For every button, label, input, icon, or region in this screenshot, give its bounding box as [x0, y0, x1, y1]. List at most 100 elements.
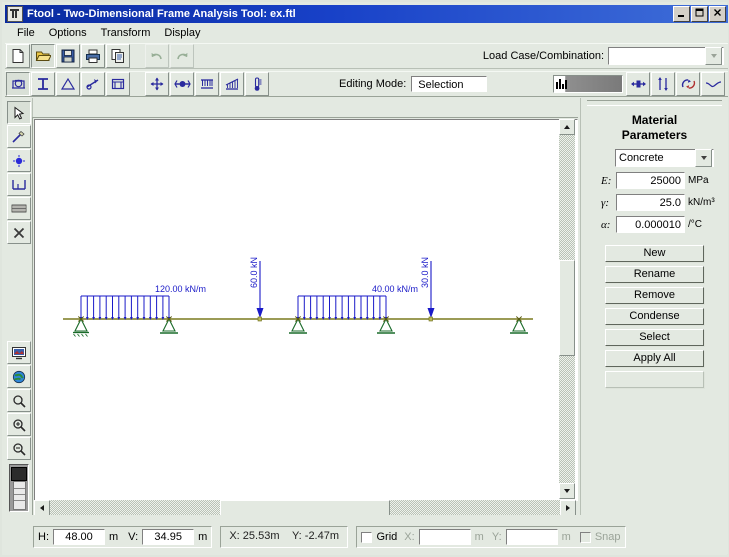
structural-model-drawing: 120.00 kN/m — [35, 120, 577, 500]
save-file-button[interactable] — [56, 44, 80, 68]
panel-title-line1: Material — [581, 113, 728, 128]
chevron-down-icon[interactable] — [705, 47, 722, 65]
fit-view-button[interactable] — [7, 341, 31, 364]
print-button[interactable] — [81, 44, 105, 68]
remove-material-button[interactable]: Remove — [605, 287, 704, 304]
rename-material-button[interactable]: Rename — [605, 266, 704, 283]
undo-button[interactable] — [145, 44, 169, 68]
chevron-left-icon — [40, 505, 44, 511]
snap-checkbox[interactable] — [580, 532, 591, 543]
scale-slider-thumb[interactable] — [11, 467, 27, 481]
draw-member-button[interactable] — [7, 125, 31, 148]
thermal-load-button[interactable] — [245, 72, 269, 96]
grid-x-field[interactable] — [419, 529, 471, 545]
window-title: Ftool - Two-Dimensional Frame Analysis T… — [27, 8, 673, 20]
scroll-down-button[interactable] — [559, 483, 575, 499]
model-canvas[interactable]: 120.00 kN/m — [34, 119, 578, 501]
copy-button[interactable] — [106, 44, 130, 68]
grid-y-unit: m — [562, 531, 571, 543]
moment-diagram-button[interactable] — [676, 72, 700, 96]
specific-weight-unit: kN/m³ — [688, 197, 720, 208]
vertical-scroll-thumb[interactable] — [559, 260, 575, 356]
panel-title-line2: Parameters — [581, 128, 728, 143]
scale-bars-icon — [556, 78, 568, 89]
thermal-expansion-unit: /°C — [688, 219, 720, 230]
horizontal-scroll-thumb[interactable] — [220, 500, 390, 516]
menu-file[interactable]: File — [10, 26, 42, 40]
minimize-button[interactable] — [673, 6, 690, 22]
editing-mode-group: Editing Mode: Selection — [339, 76, 487, 92]
scale-slider[interactable] — [9, 464, 29, 512]
window-controls — [673, 6, 726, 22]
mode-toolbar: Editing Mode: Selection — [5, 71, 728, 97]
axial-diagram-button[interactable] — [626, 72, 650, 96]
material-action-buttons: New Rename Remove Condense Select Apply … — [605, 245, 704, 388]
thermal-expansion-row: α: 0.000010 /°C — [601, 216, 720, 233]
apply-all-button[interactable]: Apply All — [605, 350, 704, 367]
scroll-right-button[interactable] — [560, 500, 576, 516]
menu-options[interactable]: Options — [42, 26, 94, 40]
linear-load-button[interactable] — [220, 72, 244, 96]
chevron-down-icon — [564, 489, 570, 493]
shear-diagram-button[interactable] — [651, 72, 675, 96]
material-select[interactable]: Concrete — [615, 149, 714, 167]
panel-divider — [587, 100, 722, 106]
maximize-button[interactable] — [691, 6, 708, 22]
grid-tool-button[interactable] — [7, 197, 31, 220]
cursor-coordinates-group: X: 25.53m Y: -2.47m — [220, 526, 348, 548]
prescribed-displacement-button[interactable] — [170, 72, 194, 96]
zoom-out-button[interactable] — [7, 437, 31, 460]
thermal-expansion-field[interactable]: 0.000010 — [616, 216, 685, 233]
close-button[interactable] — [709, 6, 726, 22]
canvas-horizontal-scrollbar[interactable] — [34, 500, 576, 516]
chevron-up-icon — [564, 125, 570, 129]
youngs-modulus-label: E: — [601, 175, 613, 187]
youngs-modulus-field[interactable]: 25000 — [616, 172, 685, 189]
distributed-load-1-label: 120.00 kN/m — [155, 284, 206, 294]
horizontal-dimension-label: H: — [38, 531, 49, 543]
condense-material-button[interactable]: Condense — [605, 308, 704, 325]
uniform-load-button[interactable] — [195, 72, 219, 96]
select-material-button[interactable]: Select — [605, 329, 704, 346]
grid-checkbox[interactable] — [361, 532, 372, 543]
global-view-button[interactable] — [7, 365, 31, 388]
material-mode-button[interactable] — [81, 72, 105, 96]
zoom-window-button[interactable] — [7, 389, 31, 412]
structure-mode-button[interactable] — [6, 72, 30, 96]
scroll-up-button[interactable] — [559, 119, 575, 135]
ftool-icon — [7, 6, 23, 22]
redo-button[interactable] — [170, 44, 194, 68]
cursor-x-readout: X: 25.53m — [225, 529, 283, 545]
specific-weight-field[interactable]: 25.0 — [616, 194, 685, 211]
editing-mode-value[interactable]: Selection — [411, 76, 486, 92]
vertical-dimension-label: V: — [128, 531, 138, 543]
chevron-down-icon[interactable] — [695, 149, 712, 167]
scroll-left-button[interactable] — [34, 500, 50, 516]
section-mode-button[interactable] — [31, 72, 55, 96]
insert-node-button[interactable] — [7, 149, 31, 172]
open-file-button[interactable] — [31, 44, 55, 68]
support-mode-button[interactable] — [56, 72, 80, 96]
menu-display[interactable]: Display — [157, 26, 207, 40]
nodal-load-button[interactable] — [145, 72, 169, 96]
frame-mode-button[interactable] — [106, 72, 130, 96]
menu-transform[interactable]: Transform — [94, 26, 158, 40]
vertical-dimension-field[interactable]: 34.95 — [142, 529, 194, 545]
canvas-vertical-scrollbar[interactable] — [559, 119, 575, 499]
load-case-combo[interactable] — [608, 47, 724, 65]
new-file-button[interactable] — [6, 44, 30, 68]
diagram-scale-gradient[interactable] — [553, 75, 623, 93]
horizontal-dimension-field[interactable]: 48.00 — [53, 529, 105, 545]
select-tool-button[interactable] — [7, 101, 31, 124]
status-bar: H: 48.00 m V: 34.95 m X: 25.53m Y: -2.47… — [5, 520, 728, 554]
load-case-group: Load Case/Combination: — [483, 47, 728, 65]
zoom-in-button[interactable] — [7, 413, 31, 436]
point-load-1: 60.0 kN — [249, 257, 264, 321]
deformed-shape-button[interactable] — [701, 72, 725, 96]
material-select-value: Concrete — [616, 152, 695, 164]
new-material-button[interactable]: New — [605, 245, 704, 262]
grid-y-field[interactable] — [506, 529, 558, 545]
grid-label: Grid — [376, 531, 397, 543]
dimension-tool-button[interactable] — [7, 173, 31, 196]
delete-tool-button[interactable] — [7, 221, 31, 244]
